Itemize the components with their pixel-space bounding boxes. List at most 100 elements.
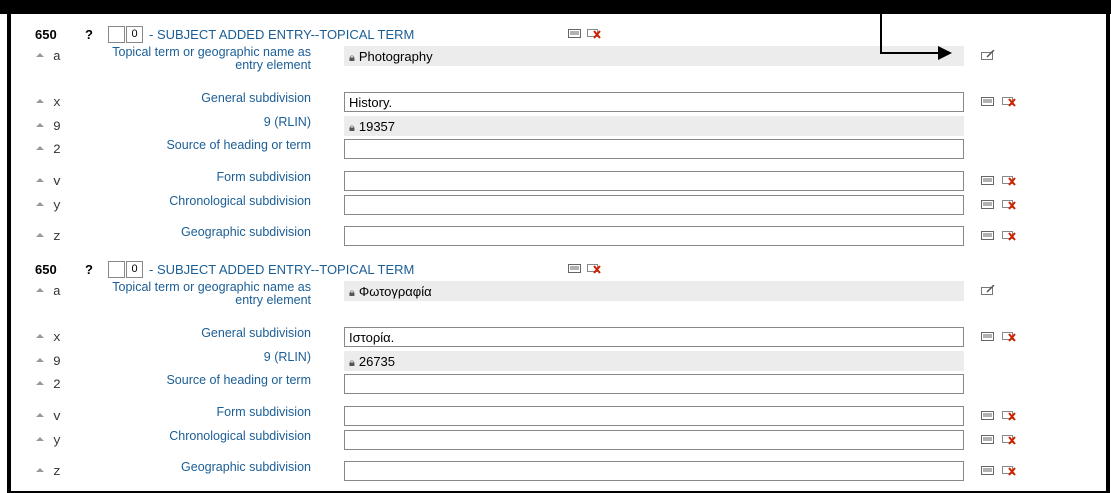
clone-icon[interactable] — [981, 230, 994, 241]
marc-editor-frame: 650 ? 0 - SUBJECT ADDED ENTRY--TOPICAL T… — [7, 14, 1110, 493]
lock-icon: 🔒︎ — [349, 122, 355, 134]
subfield-actions — [981, 331, 1016, 342]
subfield-input[interactable] — [344, 195, 964, 215]
move-up-icon[interactable] — [35, 378, 45, 388]
clone-icon[interactable] — [981, 199, 994, 210]
move-up-icon[interactable] — [35, 96, 45, 106]
subfield-actions — [981, 434, 1016, 445]
move-up-icon[interactable] — [35, 199, 45, 209]
indicator-2-input[interactable]: 0 — [126, 260, 143, 278]
subfield-label: Form subdivision — [216, 170, 311, 184]
lock-icon: 🔒︎ — [349, 52, 355, 64]
indicator-1-input[interactable] — [108, 260, 125, 278]
clone-icon[interactable] — [981, 410, 994, 421]
subfield-actions — [981, 199, 1016, 210]
move-up-icon[interactable] — [35, 285, 45, 295]
subfield-input[interactable] — [344, 226, 964, 246]
subfield-code: 2 — [53, 142, 61, 157]
subfield-actions — [981, 175, 1016, 186]
edit-icon[interactable] — [981, 285, 995, 296]
delete-icon[interactable] — [1002, 175, 1016, 186]
move-up-icon[interactable] — [35, 410, 45, 420]
subfield-label: 9 (RLIN) — [263, 350, 311, 364]
delete-icon[interactable] — [587, 263, 601, 274]
subfield-label: Form subdivision — [216, 405, 311, 419]
clone-icon[interactable] — [981, 434, 994, 445]
delete-icon[interactable] — [1002, 331, 1016, 342]
delete-icon[interactable] — [1002, 434, 1016, 445]
subfield-input[interactable] — [344, 406, 964, 426]
subfield-label: Chronological subdivision — [169, 194, 311, 208]
move-up-icon[interactable] — [35, 465, 45, 475]
subfield-code: y — [53, 433, 61, 448]
subfield-input[interactable] — [344, 171, 964, 191]
move-up-icon[interactable] — [35, 355, 45, 365]
delete-icon[interactable] — [1002, 410, 1016, 421]
subfield-label: Chronological subdivision — [169, 429, 311, 443]
subfield-input[interactable] — [344, 461, 964, 481]
clone-icon[interactable] — [981, 331, 994, 342]
subfield-actions — [981, 465, 1016, 476]
callout-arrow-line-vertical — [880, 0, 882, 52]
subfield-code: z — [53, 464, 61, 479]
subfield-code: z — [53, 229, 61, 244]
lock-icon: 🔒︎ — [349, 287, 355, 299]
subfield-input[interactable]: 🔒︎ 19357 — [344, 116, 964, 136]
subfield-code: y — [53, 198, 61, 213]
move-up-icon[interactable] — [35, 120, 45, 130]
delete-icon[interactable] — [1002, 230, 1016, 241]
subfield-input[interactable]: 🔒︎ 26735 — [344, 351, 964, 371]
subfield-label: Geographic subdivision — [181, 460, 311, 474]
top-border-bar — [0, 0, 1111, 14]
field-actions — [568, 28, 601, 39]
subfield-actions — [981, 96, 1016, 107]
subfield-label: Source of heading or term — [166, 138, 311, 152]
indicator-2-input[interactable]: 0 — [126, 25, 143, 43]
subfield-value: 26735 — [358, 354, 396, 369]
field-title[interactable]: - SUBJECT ADDED ENTRY--TOPICAL TERM — [149, 262, 414, 277]
subfield-input[interactable]: Ιστορία. — [344, 327, 964, 347]
indicator-1-input[interactable] — [108, 25, 125, 43]
delete-icon[interactable] — [1002, 96, 1016, 107]
subfield-actions — [981, 285, 995, 296]
subfield-input[interactable] — [344, 139, 964, 159]
subfield-code: 9 — [53, 354, 61, 369]
subfield-code: a — [53, 49, 61, 64]
clone-icon[interactable] — [568, 263, 581, 274]
callout-arrow-line-horizontal — [880, 52, 940, 54]
field-title[interactable]: - SUBJECT ADDED ENTRY--TOPICAL TERM — [149, 27, 414, 42]
tag-number: 650 — [35, 261, 57, 277]
delete-icon[interactable] — [1002, 465, 1016, 476]
subfield-code: a — [53, 284, 61, 299]
subfield-label: Geographic subdivision — [181, 225, 311, 239]
field-actions — [568, 263, 601, 274]
move-up-icon[interactable] — [35, 230, 45, 240]
help-link[interactable]: ? — [85, 262, 93, 277]
subfield-input[interactable]: 🔒︎ Photography — [344, 46, 964, 66]
subfield-input[interactable]: 🔒︎ Φωτογραφία — [344, 281, 964, 301]
subfield-input[interactable] — [344, 374, 964, 394]
move-up-icon[interactable] — [35, 50, 45, 60]
subfield-code: 9 — [53, 119, 61, 134]
clone-icon[interactable] — [981, 465, 994, 476]
move-up-icon[interactable] — [35, 175, 45, 185]
help-link[interactable]: ? — [85, 27, 93, 42]
subfield-input[interactable] — [344, 430, 964, 450]
edit-icon[interactable] — [981, 50, 995, 61]
delete-icon[interactable] — [1002, 199, 1016, 210]
subfield-code: x — [53, 95, 61, 110]
subfield-code: v — [53, 174, 61, 189]
delete-icon[interactable] — [587, 28, 601, 39]
subfield-input[interactable]: History. — [344, 92, 964, 112]
field-header: 650 ? 0 - SUBJECT ADDED ENTRY--TOPICAL T… — [11, 259, 1106, 279]
move-up-icon[interactable] — [35, 331, 45, 341]
subfield-label: General subdivision — [201, 91, 311, 105]
clone-icon[interactable] — [981, 175, 994, 186]
subfield-value: 19357 — [358, 119, 396, 134]
move-up-icon[interactable] — [35, 143, 45, 153]
callout-arrow-head-icon — [938, 46, 952, 60]
tag-number: 650 — [35, 26, 57, 42]
clone-icon[interactable] — [981, 96, 994, 107]
clone-icon[interactable] — [568, 28, 581, 39]
move-up-icon[interactable] — [35, 434, 45, 444]
